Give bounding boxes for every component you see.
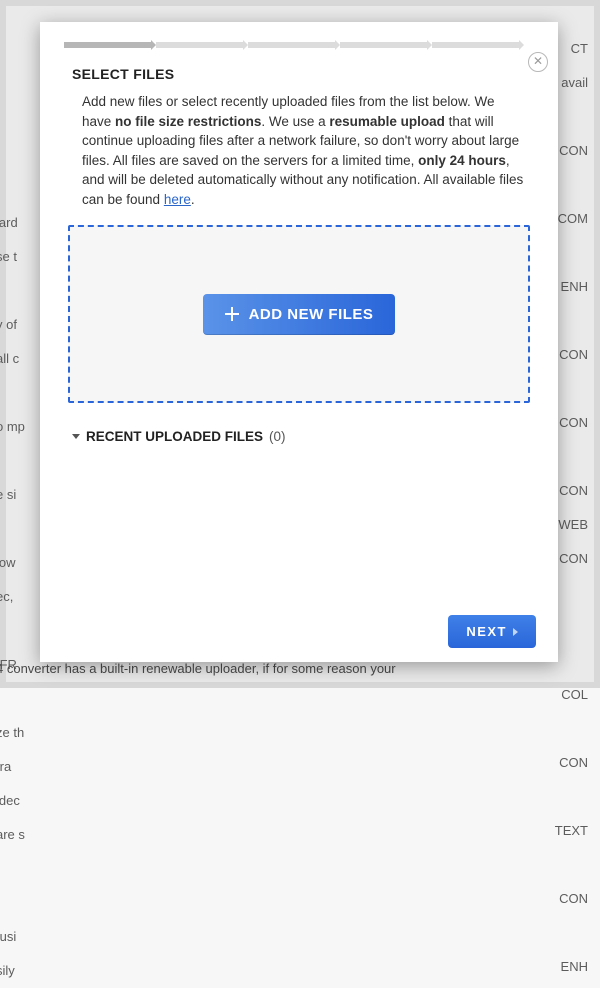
- step-4: [340, 42, 428, 48]
- modal-footer: NEXT: [40, 615, 558, 648]
- step-1: [64, 42, 152, 48]
- step-3: [248, 42, 336, 48]
- recent-count: (0): [269, 429, 286, 444]
- chevron-down-icon: [72, 434, 80, 439]
- next-button[interactable]: NEXT: [448, 615, 536, 648]
- file-dropzone[interactable]: ADD NEW FILES: [68, 225, 530, 403]
- modal-title: SELECT FILES: [72, 66, 534, 82]
- plus-icon: [225, 307, 239, 321]
- recent-uploaded-files-toggle[interactable]: RECENT UPLOADED FILES (0): [72, 429, 534, 444]
- desc-bold: only 24 hours: [418, 153, 506, 168]
- wizard-steps: [64, 42, 520, 48]
- add-new-files-button[interactable]: ADD NEW FILES: [203, 294, 396, 335]
- add-button-label: ADD NEW FILES: [249, 306, 374, 323]
- select-files-modal: ✕ SELECT FILES Add new files or select r…: [40, 22, 558, 662]
- here-link[interactable]: here: [164, 192, 191, 207]
- desc-text: .: [191, 192, 195, 207]
- recent-label: RECENT UPLOADED FILES: [86, 429, 263, 444]
- modal-description: Add new files or select recently uploade…: [82, 92, 526, 209]
- bg-bottom-text: 4 converter has a built-in renewable upl…: [0, 660, 556, 678]
- step-2: [156, 42, 244, 48]
- next-button-label: NEXT: [466, 624, 507, 639]
- step-5: [432, 42, 520, 48]
- close-button[interactable]: ✕: [528, 52, 548, 72]
- close-icon: ✕: [533, 54, 543, 68]
- chevron-right-icon: [513, 628, 518, 636]
- desc-text: . We use a: [261, 114, 329, 129]
- desc-bold: no file size restrictions: [115, 114, 261, 129]
- desc-bold: resumable upload: [329, 114, 445, 129]
